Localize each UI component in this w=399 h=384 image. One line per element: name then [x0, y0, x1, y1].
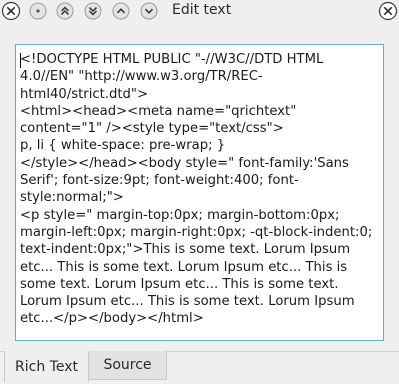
tab-bar: Rich Text Source: [0, 351, 399, 384]
tab-source[interactable]: Source: [89, 351, 167, 380]
maximize-icon[interactable]: [139, 1, 159, 21]
tab-rich-text[interactable]: Rich Text: [4, 351, 89, 382]
source-text-editor[interactable]: <!DOCTYPE HTML PUBLIC "-//W3C//DTD HTML …: [15, 44, 384, 341]
editor-content[interactable]: <!DOCTYPE HTML PUBLIC "-//W3C//DTD HTML …: [20, 51, 377, 328]
close-icon: [378, 1, 398, 21]
close-button[interactable]: [378, 1, 398, 21]
close-icon[interactable]: [1, 1, 21, 21]
keep-above-icon[interactable]: [55, 1, 75, 21]
title-bar: Edit text: [0, 0, 399, 22]
window-menu-icon[interactable]: [28, 1, 48, 21]
window-title: Edit text: [172, 2, 232, 18]
minimize-icon[interactable]: [111, 1, 131, 21]
keep-below-icon[interactable]: [83, 1, 103, 21]
